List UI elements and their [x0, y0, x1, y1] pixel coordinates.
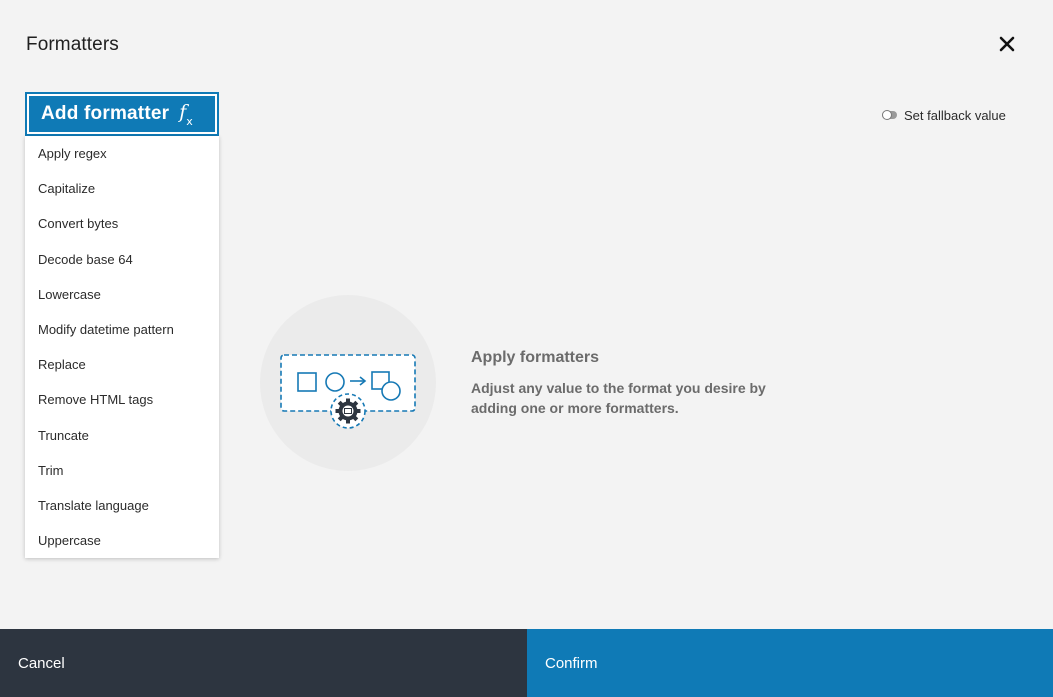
- formatter-illustration-graphic: [280, 354, 416, 429]
- menu-item-apply-regex[interactable]: Apply regex: [25, 136, 219, 171]
- menu-item-translate-language[interactable]: Translate language: [25, 488, 219, 523]
- close-button[interactable]: [996, 33, 1018, 55]
- fallback-toggle[interactable]: Set fallback value: [882, 106, 1006, 124]
- toggle-switch[interactable]: [882, 110, 897, 120]
- fx-icon-sub: x: [186, 115, 193, 129]
- close-icon[interactable]: [996, 33, 1018, 55]
- menu-item-convert-bytes[interactable]: Convert bytes: [25, 206, 219, 241]
- formatter-menu: Apply regex Capitalize Convert bytes Dec…: [25, 136, 219, 558]
- empty-state-description: Adjust any value to the format you desir…: [471, 380, 766, 416]
- menu-item-lowercase[interactable]: Lowercase: [25, 277, 219, 312]
- add-formatter-button[interactable]: Add formatter fx: [25, 92, 219, 136]
- formatter-illustration-icon: [260, 295, 436, 471]
- add-formatter-label: Add formatter: [41, 103, 170, 124]
- dialog-footer: Cancel Confirm: [0, 629, 1053, 697]
- fallback-label: Set fallback value: [904, 107, 1006, 123]
- menu-item-truncate[interactable]: Truncate: [25, 418, 219, 453]
- menu-item-uppercase[interactable]: Uppercase: [25, 523, 219, 558]
- dialog-title: Formatters: [26, 34, 119, 55]
- fx-icon: fx: [179, 101, 193, 129]
- menu-item-remove-html-tags[interactable]: Remove HTML tags: [25, 382, 219, 417]
- formatters-dialog: Formatters Add formatter fx Apply regex …: [0, 0, 1053, 697]
- cancel-button[interactable]: Cancel: [0, 629, 527, 697]
- menu-item-decode-base-64[interactable]: Decode base 64: [25, 242, 219, 277]
- empty-state-title: Apply formatters: [471, 349, 600, 366]
- menu-item-replace[interactable]: Replace: [25, 347, 219, 382]
- menu-item-modify-datetime-pattern[interactable]: Modify datetime pattern: [25, 312, 219, 347]
- menu-item-capitalize[interactable]: Capitalize: [25, 171, 219, 206]
- toggle-knob: [882, 110, 892, 120]
- menu-item-trim[interactable]: Trim: [25, 453, 219, 488]
- confirm-button[interactable]: Confirm: [527, 629, 1053, 697]
